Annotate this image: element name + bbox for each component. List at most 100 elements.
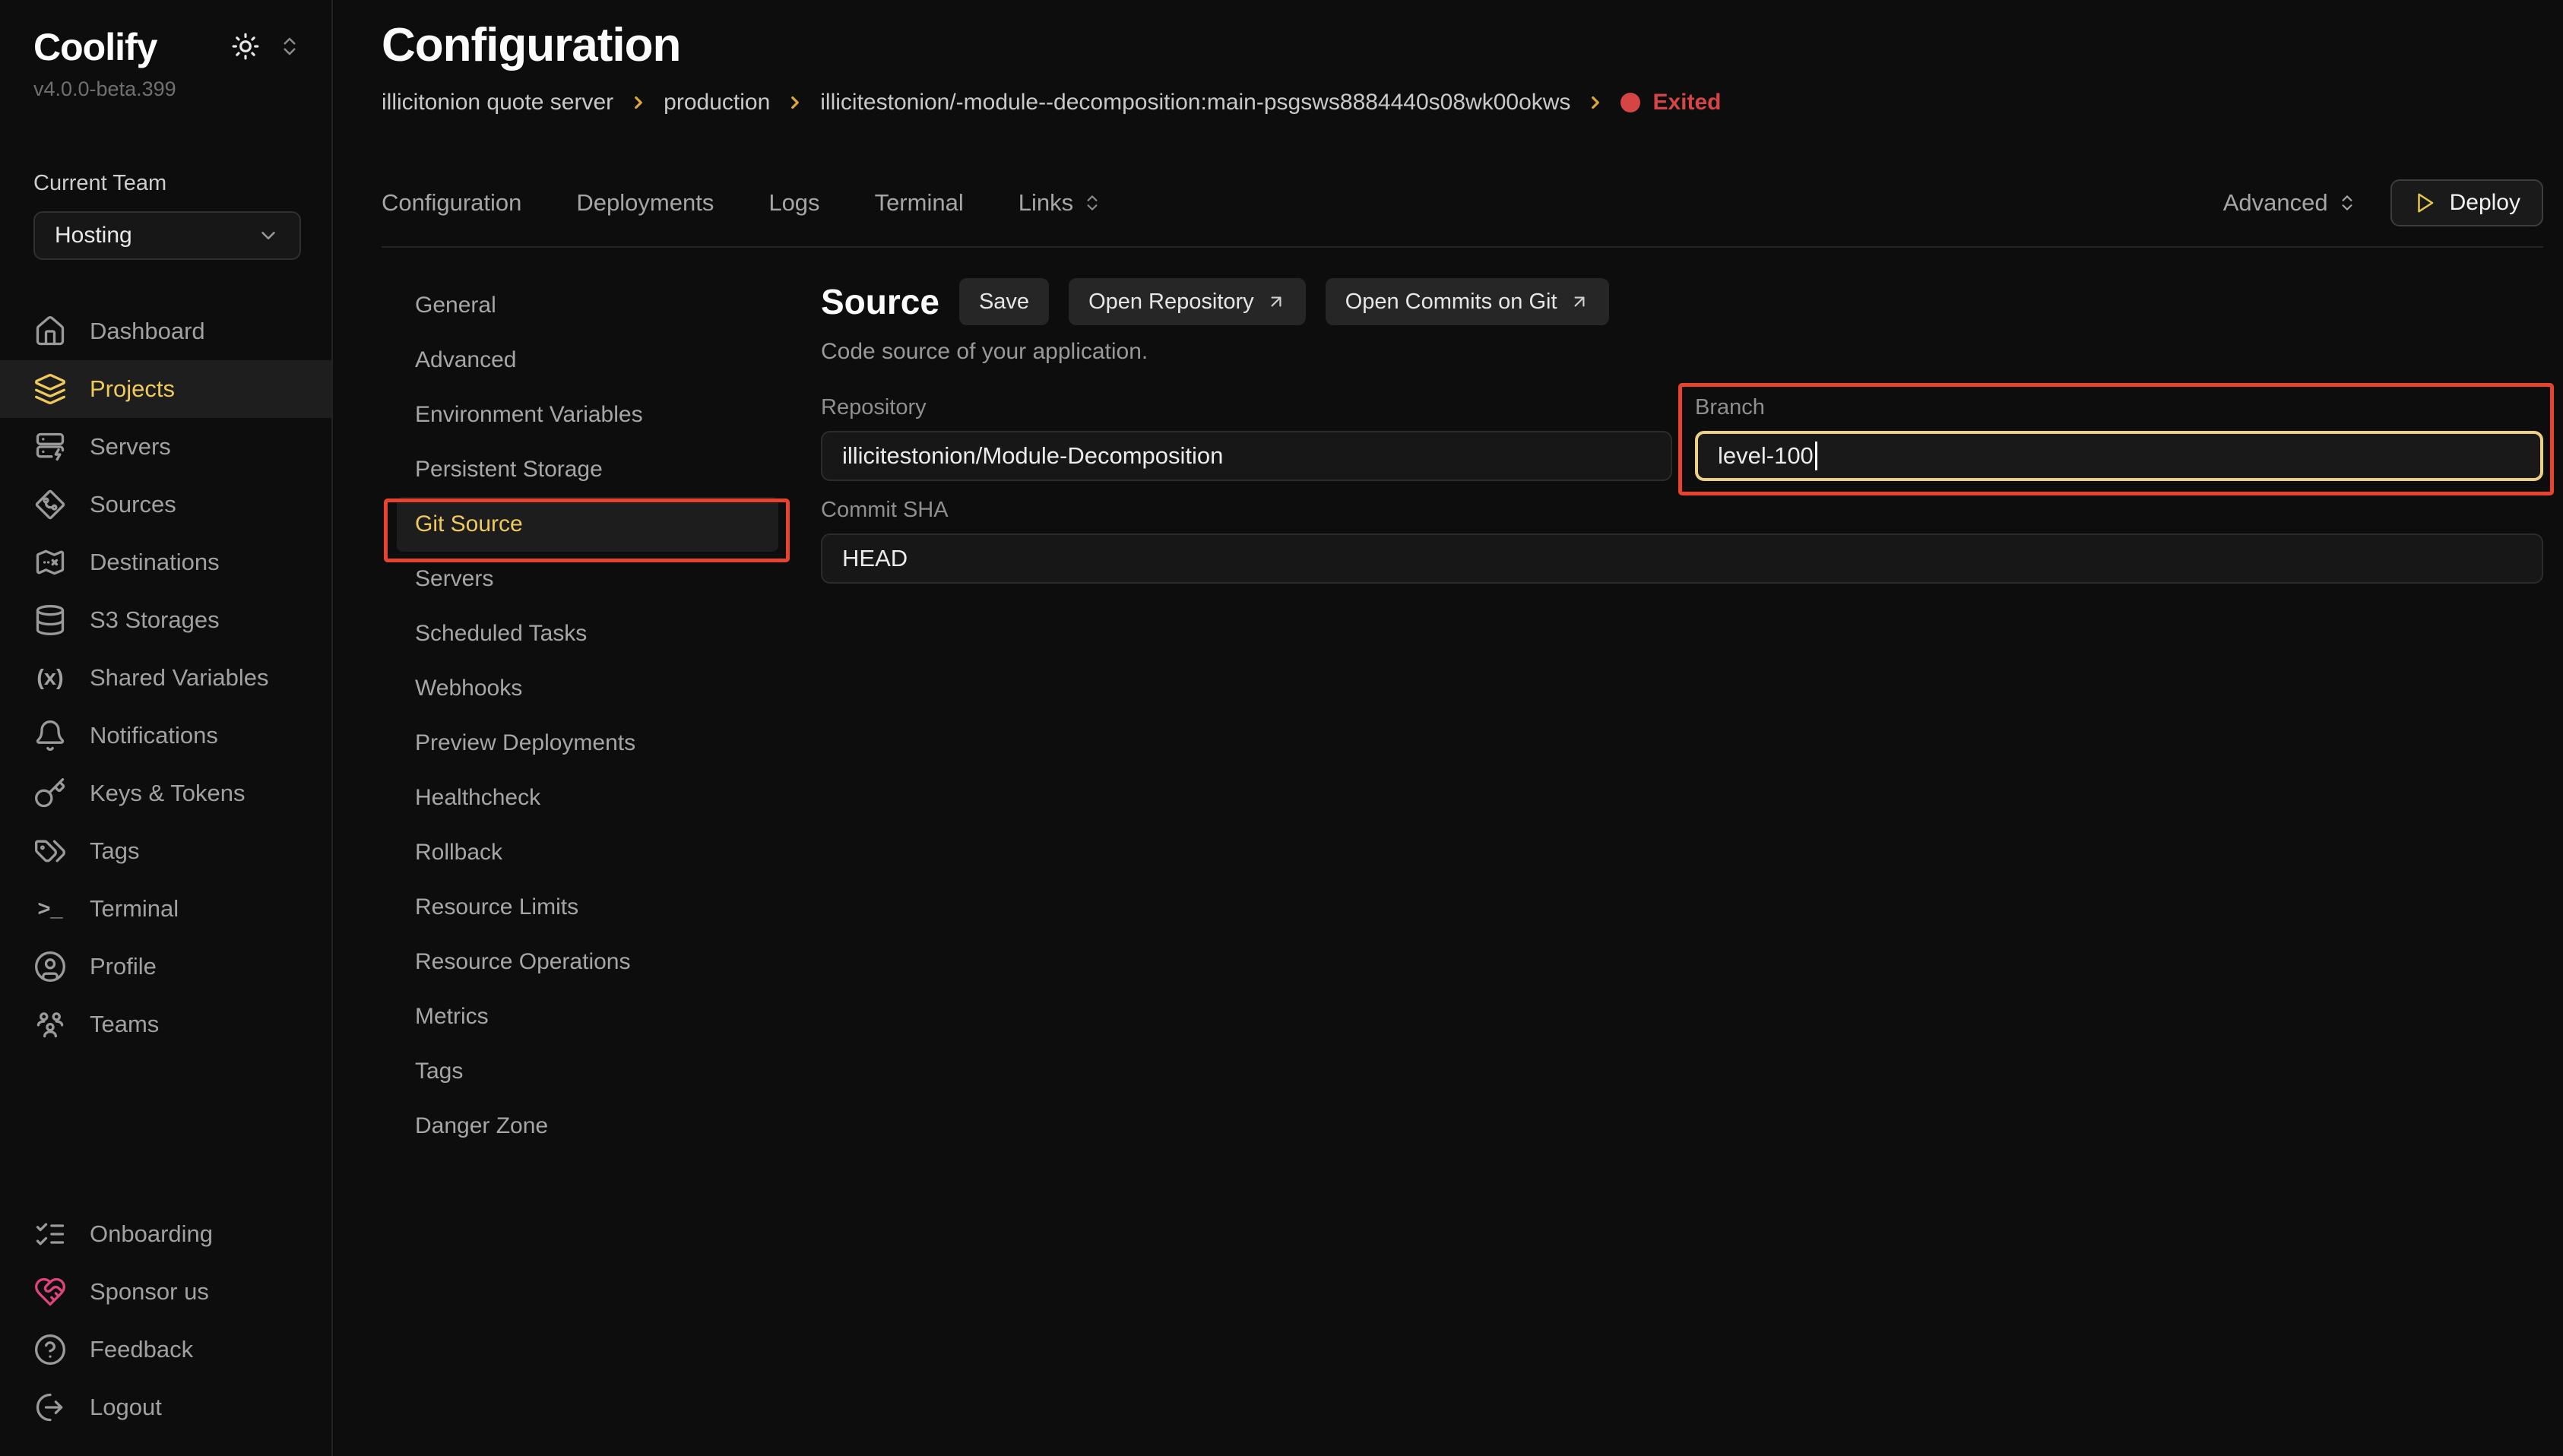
- config-menu-environment-variables[interactable]: Environment Variables: [397, 388, 778, 442]
- advanced-toggle[interactable]: Advanced: [2223, 189, 2357, 217]
- breadcrumb-resource[interactable]: illicitestonion/-module--decomposition:m…: [820, 90, 1570, 116]
- current-team-label: Current Team: [0, 171, 331, 196]
- sidebar-item-shared-variables[interactable]: (x) Shared Variables: [0, 649, 331, 707]
- open-repository-button[interactable]: Open Repository: [1069, 278, 1306, 325]
- status-label: Exited: [1652, 90, 1721, 116]
- sidebar-item-logout[interactable]: Logout: [0, 1378, 331, 1436]
- sidebar: Coolify v4.0.0-beta.399 Current Team Hos…: [0, 0, 333, 1456]
- user-circle-icon: [33, 950, 67, 983]
- config-menu-rollback[interactable]: Rollback: [397, 825, 778, 880]
- sidebar-item-profile[interactable]: Profile: [0, 938, 331, 995]
- server-icon: [33, 430, 67, 464]
- home-icon: [33, 315, 67, 348]
- git-source-icon: [33, 488, 67, 521]
- branch-input[interactable]: level-100: [1695, 431, 2543, 481]
- sidebar-item-label: Teams: [90, 1011, 159, 1038]
- sidebar-item-destinations[interactable]: Destinations: [0, 533, 331, 591]
- theme-sun-icon[interactable]: [231, 32, 260, 61]
- layers-icon: [33, 372, 67, 406]
- save-button[interactable]: Save: [959, 278, 1049, 325]
- tabs-row: Configuration Deployments Logs Terminal …: [382, 179, 2543, 226]
- breadcrumb-environment[interactable]: production: [664, 90, 770, 116]
- sidebar-item-dashboard[interactable]: Dashboard: [0, 302, 331, 360]
- repository-input[interactable]: [821, 431, 1672, 481]
- config-menu-servers[interactable]: Servers: [397, 552, 778, 606]
- tab-terminal[interactable]: Terminal: [875, 189, 964, 217]
- chevron-right-icon: [629, 93, 648, 112]
- commit-sha-input[interactable]: [821, 533, 2543, 584]
- status-dot-icon: [1620, 93, 1640, 112]
- config-menu-persistent-storage[interactable]: Persistent Storage: [397, 442, 778, 497]
- tab-links[interactable]: Links: [1019, 189, 1102, 217]
- heart-hands-icon: [33, 1275, 67, 1309]
- config-menu-scheduled-tasks[interactable]: Scheduled Tasks: [397, 606, 778, 661]
- branch-label: Branch: [1695, 395, 2543, 420]
- config-menu-metrics[interactable]: Metrics: [397, 989, 778, 1044]
- config-menu: General Advanced Environment Variables P…: [382, 278, 792, 1154]
- config-menu-resource-limits[interactable]: Resource Limits: [397, 880, 778, 935]
- tag-icon: [33, 834, 67, 868]
- config-menu-webhooks[interactable]: Webhooks: [397, 661, 778, 716]
- deploy-button[interactable]: Deploy: [2390, 179, 2543, 226]
- sidebar-item-label: Destinations: [90, 549, 220, 576]
- status-badge: Exited: [1620, 90, 1721, 116]
- logout-icon: [33, 1391, 67, 1424]
- chevron-right-icon: [785, 93, 805, 112]
- app-logo: Coolify: [33, 23, 157, 71]
- sidebar-item-label: Profile: [90, 953, 157, 980]
- sidebar-item-sources[interactable]: Sources: [0, 476, 331, 533]
- braces-x-icon: (x): [33, 666, 67, 691]
- tab-configuration[interactable]: Configuration: [382, 189, 521, 217]
- sidebar-item-label: Keys & Tokens: [90, 780, 245, 807]
- config-menu-healthcheck[interactable]: Healthcheck: [397, 771, 778, 825]
- page-title: Configuration: [382, 18, 2543, 73]
- sidebar-item-label: Projects: [90, 375, 175, 403]
- sidebar-item-onboarding[interactable]: Onboarding: [0, 1205, 331, 1263]
- sidebar-item-projects[interactable]: Projects: [0, 360, 331, 418]
- config-menu-danger-zone[interactable]: Danger Zone: [397, 1099, 778, 1154]
- source-title: Source: [821, 281, 939, 322]
- sidebar-item-notifications[interactable]: Notifications: [0, 707, 331, 764]
- sidebar-item-feedback[interactable]: Feedback: [0, 1321, 331, 1378]
- chevron-right-icon: [1586, 93, 1605, 112]
- sidebar-nav: Dashboard Projects Servers Sources Desti…: [0, 302, 331, 1053]
- open-commits-button[interactable]: Open Commits on Git: [1326, 278, 1609, 325]
- sidebar-footer: Onboarding Sponsor us Feedback Logout: [0, 1205, 331, 1436]
- sidebar-item-keys-tokens[interactable]: Keys & Tokens: [0, 764, 331, 822]
- chevrons-up-down-icon[interactable]: [278, 35, 301, 58]
- sidebar-item-terminal[interactable]: >_ Terminal: [0, 880, 331, 938]
- toolbar-actions: Advanced Deploy: [2223, 179, 2543, 226]
- brand-row: Coolify: [0, 23, 331, 71]
- terminal-icon: >_: [33, 897, 67, 922]
- team-select[interactable]: Hosting: [33, 211, 301, 260]
- branch-field-group: Branch level-100: [1695, 395, 2543, 481]
- bell-icon: [33, 719, 67, 752]
- sidebar-item-label: Sponsor us: [90, 1278, 209, 1306]
- repository-label: Repository: [821, 395, 1672, 420]
- sidebar-item-label: Shared Variables: [90, 664, 269, 692]
- sidebar-item-sponsor-us[interactable]: Sponsor us: [0, 1263, 331, 1321]
- sidebar-item-teams[interactable]: Teams: [0, 995, 331, 1053]
- config-menu-tags[interactable]: Tags: [397, 1044, 778, 1099]
- sidebar-item-label: Tags: [90, 837, 139, 865]
- arrow-up-right-icon: [1570, 292, 1589, 312]
- config-menu-preview-deployments[interactable]: Preview Deployments: [397, 716, 778, 771]
- play-icon: [2413, 191, 2436, 214]
- text-caret: [1815, 442, 1817, 470]
- tabs-divider: [382, 246, 2543, 248]
- sidebar-item-label: Servers: [90, 433, 171, 461]
- config-menu-advanced[interactable]: Advanced: [397, 333, 778, 388]
- config-menu-git-source[interactable]: Git Source: [397, 497, 778, 552]
- config-menu-resource-operations[interactable]: Resource Operations: [397, 935, 778, 989]
- tab-deployments[interactable]: Deployments: [576, 189, 714, 217]
- breadcrumb-project[interactable]: illicitonion quote server: [382, 90, 613, 116]
- source-header: Source Save Open Repository Open Commits…: [821, 278, 2543, 325]
- sidebar-item-label: Terminal: [90, 895, 179, 923]
- sidebar-item-s3-storages[interactable]: S3 Storages: [0, 591, 331, 649]
- sidebar-item-tags[interactable]: Tags: [0, 822, 331, 880]
- sidebar-item-label: Notifications: [90, 722, 218, 749]
- sidebar-item-servers[interactable]: Servers: [0, 418, 331, 476]
- tab-logs[interactable]: Logs: [768, 189, 819, 217]
- sidebar-item-label: Feedback: [90, 1336, 193, 1363]
- config-menu-general[interactable]: General: [397, 278, 778, 333]
